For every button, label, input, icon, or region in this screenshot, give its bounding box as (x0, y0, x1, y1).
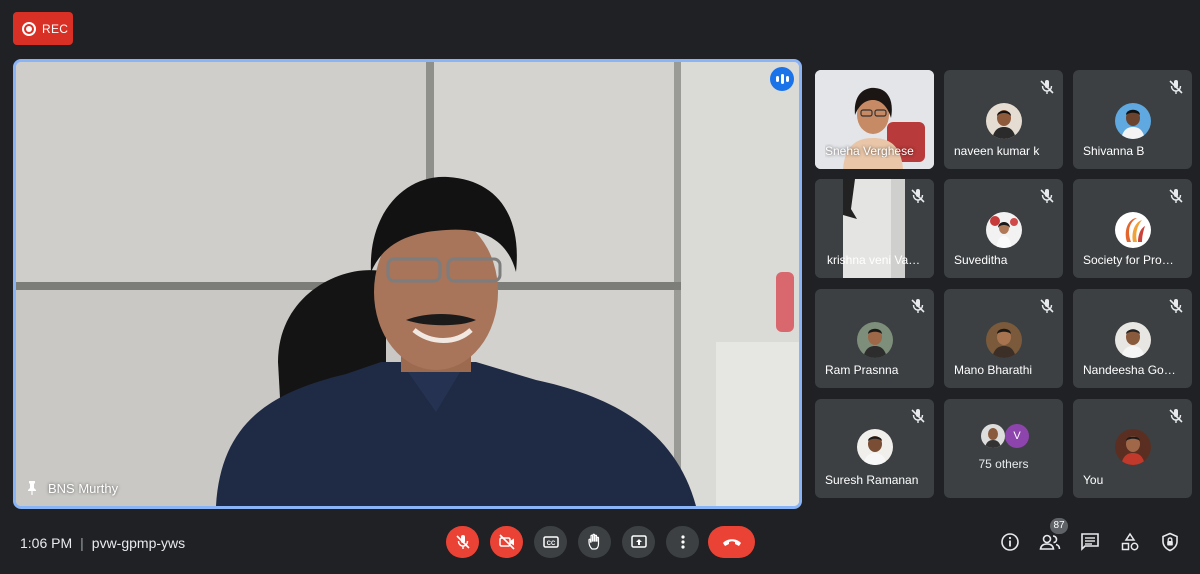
chat-icon (1081, 533, 1099, 551)
avatar (981, 424, 1005, 448)
avatar (1114, 322, 1151, 358)
camera-off-icon (498, 534, 515, 550)
activities-icon (1121, 532, 1139, 551)
control-bar: 1:06 PM | pvw-gpmp-yws CC (0, 515, 1200, 574)
mic-off-icon (911, 189, 925, 203)
avatar (985, 322, 1022, 358)
more-options-button[interactable] (666, 526, 699, 558)
participant-tile[interactable]: Ram Prasnna (815, 289, 934, 388)
participant-tile[interactable]: Suveditha (944, 179, 1063, 278)
participant-name: Society for Pro… (1083, 253, 1174, 267)
participant-tile[interactable]: Mano Bharathi (944, 289, 1063, 388)
avatar (1114, 103, 1151, 139)
meet-window: REC BNS Murthy Sneha Verghese naveen kum… (0, 0, 1200, 574)
participant-tile[interactable]: naveen kumar k (944, 70, 1063, 169)
svg-text:CC: CC (546, 541, 555, 547)
participant-tile[interactable]: Sneha Verghese (815, 70, 934, 169)
avatar (1114, 212, 1151, 248)
avatar-letter: V (1005, 424, 1029, 448)
participant-tile[interactable]: Shivanna B (1073, 70, 1192, 169)
speaker-video (16, 62, 799, 506)
participant-name: naveen kumar k (954, 144, 1040, 158)
present-icon (630, 535, 647, 548)
activities-button[interactable] (1117, 529, 1143, 555)
main-speaker-name: BNS Murthy (24, 480, 118, 496)
people-count-badge: 87 (1050, 518, 1068, 534)
mic-off-icon (1169, 409, 1183, 423)
others-tile[interactable]: V 75 others (944, 399, 1063, 498)
main-speaker-tile[interactable]: BNS Murthy (13, 59, 802, 509)
host-controls-icon (1162, 532, 1178, 552)
captions-button[interactable]: CC (534, 526, 567, 558)
mic-off-icon (1169, 80, 1183, 94)
mic-toggle-button[interactable] (446, 526, 479, 558)
raise-hand-icon (587, 533, 599, 550)
end-call-icon (722, 539, 741, 546)
main-speaker-label: BNS Murthy (48, 480, 119, 496)
participant-tile[interactable]: Society for Pro… (1073, 179, 1192, 278)
pin-icon[interactable] (24, 480, 40, 496)
record-icon (22, 21, 36, 36)
avatar (856, 322, 893, 358)
participant-name: Sneha Verghese (825, 144, 914, 158)
participant-name: Suresh Ramanan (825, 473, 919, 487)
mic-off-icon (1169, 299, 1183, 313)
mic-off-icon (911, 299, 925, 313)
recording-label: REC (42, 21, 69, 36)
participant-name: You (1083, 473, 1104, 487)
mic-off-icon (911, 409, 925, 423)
present-button[interactable] (622, 526, 655, 558)
participant-name: Mano Bharathi (954, 363, 1033, 377)
participant-name: Suveditha (954, 253, 1008, 267)
leave-call-button[interactable] (708, 526, 755, 558)
participant-tile[interactable]: krishna veni Va… (815, 179, 934, 278)
clock: 1:06 PM (20, 535, 73, 551)
people-icon (1039, 534, 1061, 550)
mic-off-icon (1040, 299, 1054, 313)
speaking-indicator-icon (770, 67, 794, 91)
mic-off-icon (1169, 189, 1183, 203)
more-icon (680, 535, 685, 549)
participant-tile[interactable]: Nandeesha Go… (1073, 289, 1192, 388)
raise-hand-button[interactable] (578, 526, 611, 558)
info-icon (1001, 533, 1019, 551)
avatar (856, 429, 893, 465)
recording-indicator[interactable]: REC (13, 12, 73, 45)
camera-toggle-button[interactable] (490, 526, 523, 558)
participant-name: Ram Prasnna (825, 363, 899, 377)
others-count-label: 75 others (978, 457, 1029, 471)
avatar (1114, 429, 1151, 465)
participant-name: Nandeesha Go… (1083, 363, 1176, 377)
participant-name: Shivanna B (1083, 144, 1145, 158)
captions-icon: CC (542, 536, 559, 548)
separator: | (80, 535, 84, 551)
meeting-info: 1:06 PM | pvw-gpmp-yws (20, 535, 185, 551)
participant-tile[interactable]: Suresh Ramanan (815, 399, 934, 498)
mic-off-icon (455, 535, 470, 549)
host-controls-button[interactable] (1157, 529, 1183, 555)
avatar (985, 103, 1022, 139)
meeting-details-button[interactable] (997, 529, 1023, 555)
mic-off-icon (1040, 80, 1054, 94)
participant-name: krishna veni Va… (827, 253, 921, 267)
avatar (985, 212, 1022, 248)
self-tile[interactable]: You (1073, 399, 1192, 498)
meeting-code: pvw-gpmp-yws (91, 535, 186, 551)
mic-off-icon (1040, 189, 1054, 203)
chat-button[interactable] (1077, 529, 1103, 555)
